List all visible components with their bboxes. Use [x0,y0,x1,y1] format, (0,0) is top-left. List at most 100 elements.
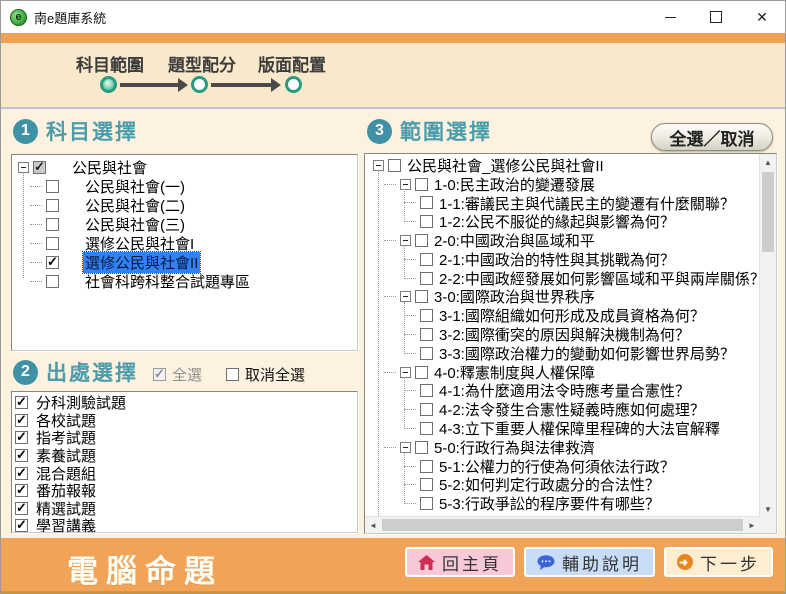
tree-item-checkbox[interactable] [420,196,433,209]
deselect-all-label[interactable]: 取消全選 [245,364,305,385]
tree-item[interactable]: 2-2:中國政經發展如何影響區域和平與兩岸關係？ [404,269,760,288]
tree-item[interactable]: 4-0:釋憲制度與人權保障 [384,363,760,382]
select-all-checkbox-group[interactable]: 全選 [153,364,202,385]
tree-item[interactable]: 選修公民與社會II [30,253,357,272]
tree-item-label[interactable]: 選修公民與社會I [83,233,196,254]
scroll-down-icon[interactable]: ▼ [760,501,776,517]
tree-item-label[interactable]: 社會科跨科整合試題專區 [83,271,252,292]
expander-minus-icon[interactable] [400,179,411,190]
tree-item-checkbox[interactable] [420,384,433,397]
tree-item[interactable]: 4-2:法令發生合憲性疑義時應如何處理？ [404,400,760,419]
tree-item[interactable]: 公民與社會(三) [30,215,357,234]
source-checkbox[interactable] [15,502,28,515]
tree-item-label[interactable]: 公民與社會(二) [83,195,187,216]
expander-minus-icon[interactable] [400,367,411,378]
list-item[interactable]: 學習講義 [15,517,357,533]
tree-item-checkbox[interactable] [46,180,59,193]
tree-item-checkbox[interactable] [46,256,59,269]
tree-item[interactable]: 5-1:公權力的行使為何須依法行政？ [404,457,760,476]
minimize-button[interactable] [647,1,693,33]
tree-item-checkbox[interactable] [420,478,433,491]
tree-item[interactable]: 5-2:如何判定行政處分的合法性？ [404,476,760,495]
tree-item[interactable]: 公民與社會 [18,158,357,177]
tree-item[interactable]: 2-1:中國政治的特性與其挑戰為何？ [404,250,760,269]
tree-item-checkbox[interactable] [420,328,433,341]
tree-item-checkbox[interactable] [420,272,433,285]
tree-item[interactable]: 5-0:行政行為與法律救濟 [384,438,760,457]
tree-item-checkbox[interactable] [46,275,59,288]
source-checkbox[interactable] [15,414,28,427]
tree-item-label[interactable]: 公民與社會(三) [83,214,187,235]
tree-item-checkbox[interactable] [420,253,433,266]
tree-item-checkbox[interactable] [46,237,59,250]
tree-item[interactable]: 公民與社會_選修公民與社會II [373,156,760,175]
tree-connector-icon [404,221,416,222]
horizontal-scroll-thumb[interactable] [382,519,743,531]
help-button[interactable]: 輔助說明 [524,547,655,577]
scroll-left-icon[interactable]: ◄ [365,517,381,533]
maximize-button[interactable] [693,1,739,33]
tree-connector-icon [404,202,416,203]
select-all-label[interactable]: 全選 [172,364,202,385]
vertical-scrollbar[interactable]: ▲ ▼ [759,154,776,517]
subject-tree-box: 公民與社會公民與社會(一)公民與社會(二)公民與社會(三)選修公民與社會I選修公… [11,154,358,351]
tree-item-checkbox[interactable] [420,309,433,322]
tree-item[interactable]: 1-0:民主政治的變遷發展 [384,175,760,194]
deselect-all-checkbox[interactable] [226,368,239,381]
section3-number-icon: 3 [367,119,392,144]
expander-minus-icon[interactable] [400,235,411,246]
home-button[interactable]: 回主頁 [405,547,515,577]
source-checkbox[interactable] [15,484,28,497]
tree-item[interactable]: 1-1:審議民主與代議民主的變遷有什麼關聯？ [404,194,760,213]
tree-item-label[interactable]: 公民與社會(一) [83,176,187,197]
expander-minus-icon[interactable] [400,442,411,453]
tree-item-checkbox[interactable] [415,366,428,379]
tree-item-checkbox[interactable] [415,234,428,247]
tree-item-checkbox[interactable] [33,161,46,174]
horizontal-scrollbar[interactable]: ◄ ► [365,516,760,533]
tree-item-label[interactable]: 公民與社會 [70,157,149,178]
source-checkbox[interactable] [15,431,28,444]
tree-item[interactable]: 選修公民與社會I [30,234,357,253]
tree-item[interactable]: 社會科跨科整合試題專區 [30,272,357,291]
tree-item[interactable]: 3-2:國際衝突的原因與解決機制為何？ [404,325,760,344]
tree-item[interactable]: 4-3:立下重要人權保障里程碑的大法官解釋 [404,419,760,438]
tree-item[interactable]: 4-1:為什麼適用法令時應考量合憲性？ [404,382,760,401]
tree-item-checkbox[interactable] [420,497,433,510]
tree-item-checkbox[interactable] [46,199,59,212]
select-all-toggle-button[interactable]: 全選／取消 [651,123,773,151]
next-step-button[interactable]: ➜ 下一步 [664,547,773,577]
tree-item-checkbox[interactable] [415,290,428,303]
tree-item-label[interactable]: 選修公民與社會II [83,252,200,273]
tree-item-checkbox[interactable] [388,159,401,172]
vertical-scroll-thumb[interactable] [762,172,774,252]
tree-item[interactable]: 3-3:國際政治權力的變動如何影響世界局勢？ [404,344,760,363]
tree-item-label[interactable]: 5-3:行政爭訟的程序要件有哪些？ [437,493,662,514]
tree-item-checkbox[interactable] [420,403,433,416]
tree-item[interactable]: 3-0:國際政治與世界秩序 [384,288,760,307]
tree-item-checkbox[interactable] [420,347,433,360]
source-checkbox[interactable] [15,467,28,480]
scroll-right-icon[interactable]: ► [744,517,760,533]
source-checkbox[interactable] [15,519,28,532]
close-button[interactable]: ✕ [739,1,785,33]
tree-item-checkbox[interactable] [415,178,428,191]
source-checkbox[interactable] [15,449,28,462]
tree-item[interactable]: 1-2:公民不服從的緣起與影響為何？ [404,212,760,231]
expander-minus-icon[interactable] [400,291,411,302]
deselect-all-checkbox-group[interactable]: 取消全選 [226,364,305,385]
source-label[interactable]: 學習講義 [34,515,98,533]
tree-item-checkbox[interactable] [420,422,433,435]
source-checkbox[interactable] [15,396,28,409]
tree-item[interactable]: 5-3:行政爭訟的程序要件有哪些？ [404,494,760,513]
tree-item[interactable]: 2-0:中國政治與區域和平 [384,231,760,250]
tree-item-checkbox[interactable] [420,460,433,473]
tree-item[interactable]: 公民與社會(一) [30,177,357,196]
tree-item-checkbox[interactable] [415,441,428,454]
tree-item-checkbox[interactable] [46,218,59,231]
select-all-checkbox[interactable] [153,368,166,381]
tree-item[interactable]: 3-1:國際組織如何形成及成員資格為何？ [404,306,760,325]
tree-item-checkbox[interactable] [420,215,433,228]
tree-item[interactable]: 公民與社會(二) [30,196,357,215]
scroll-up-icon[interactable]: ▲ [760,154,776,170]
